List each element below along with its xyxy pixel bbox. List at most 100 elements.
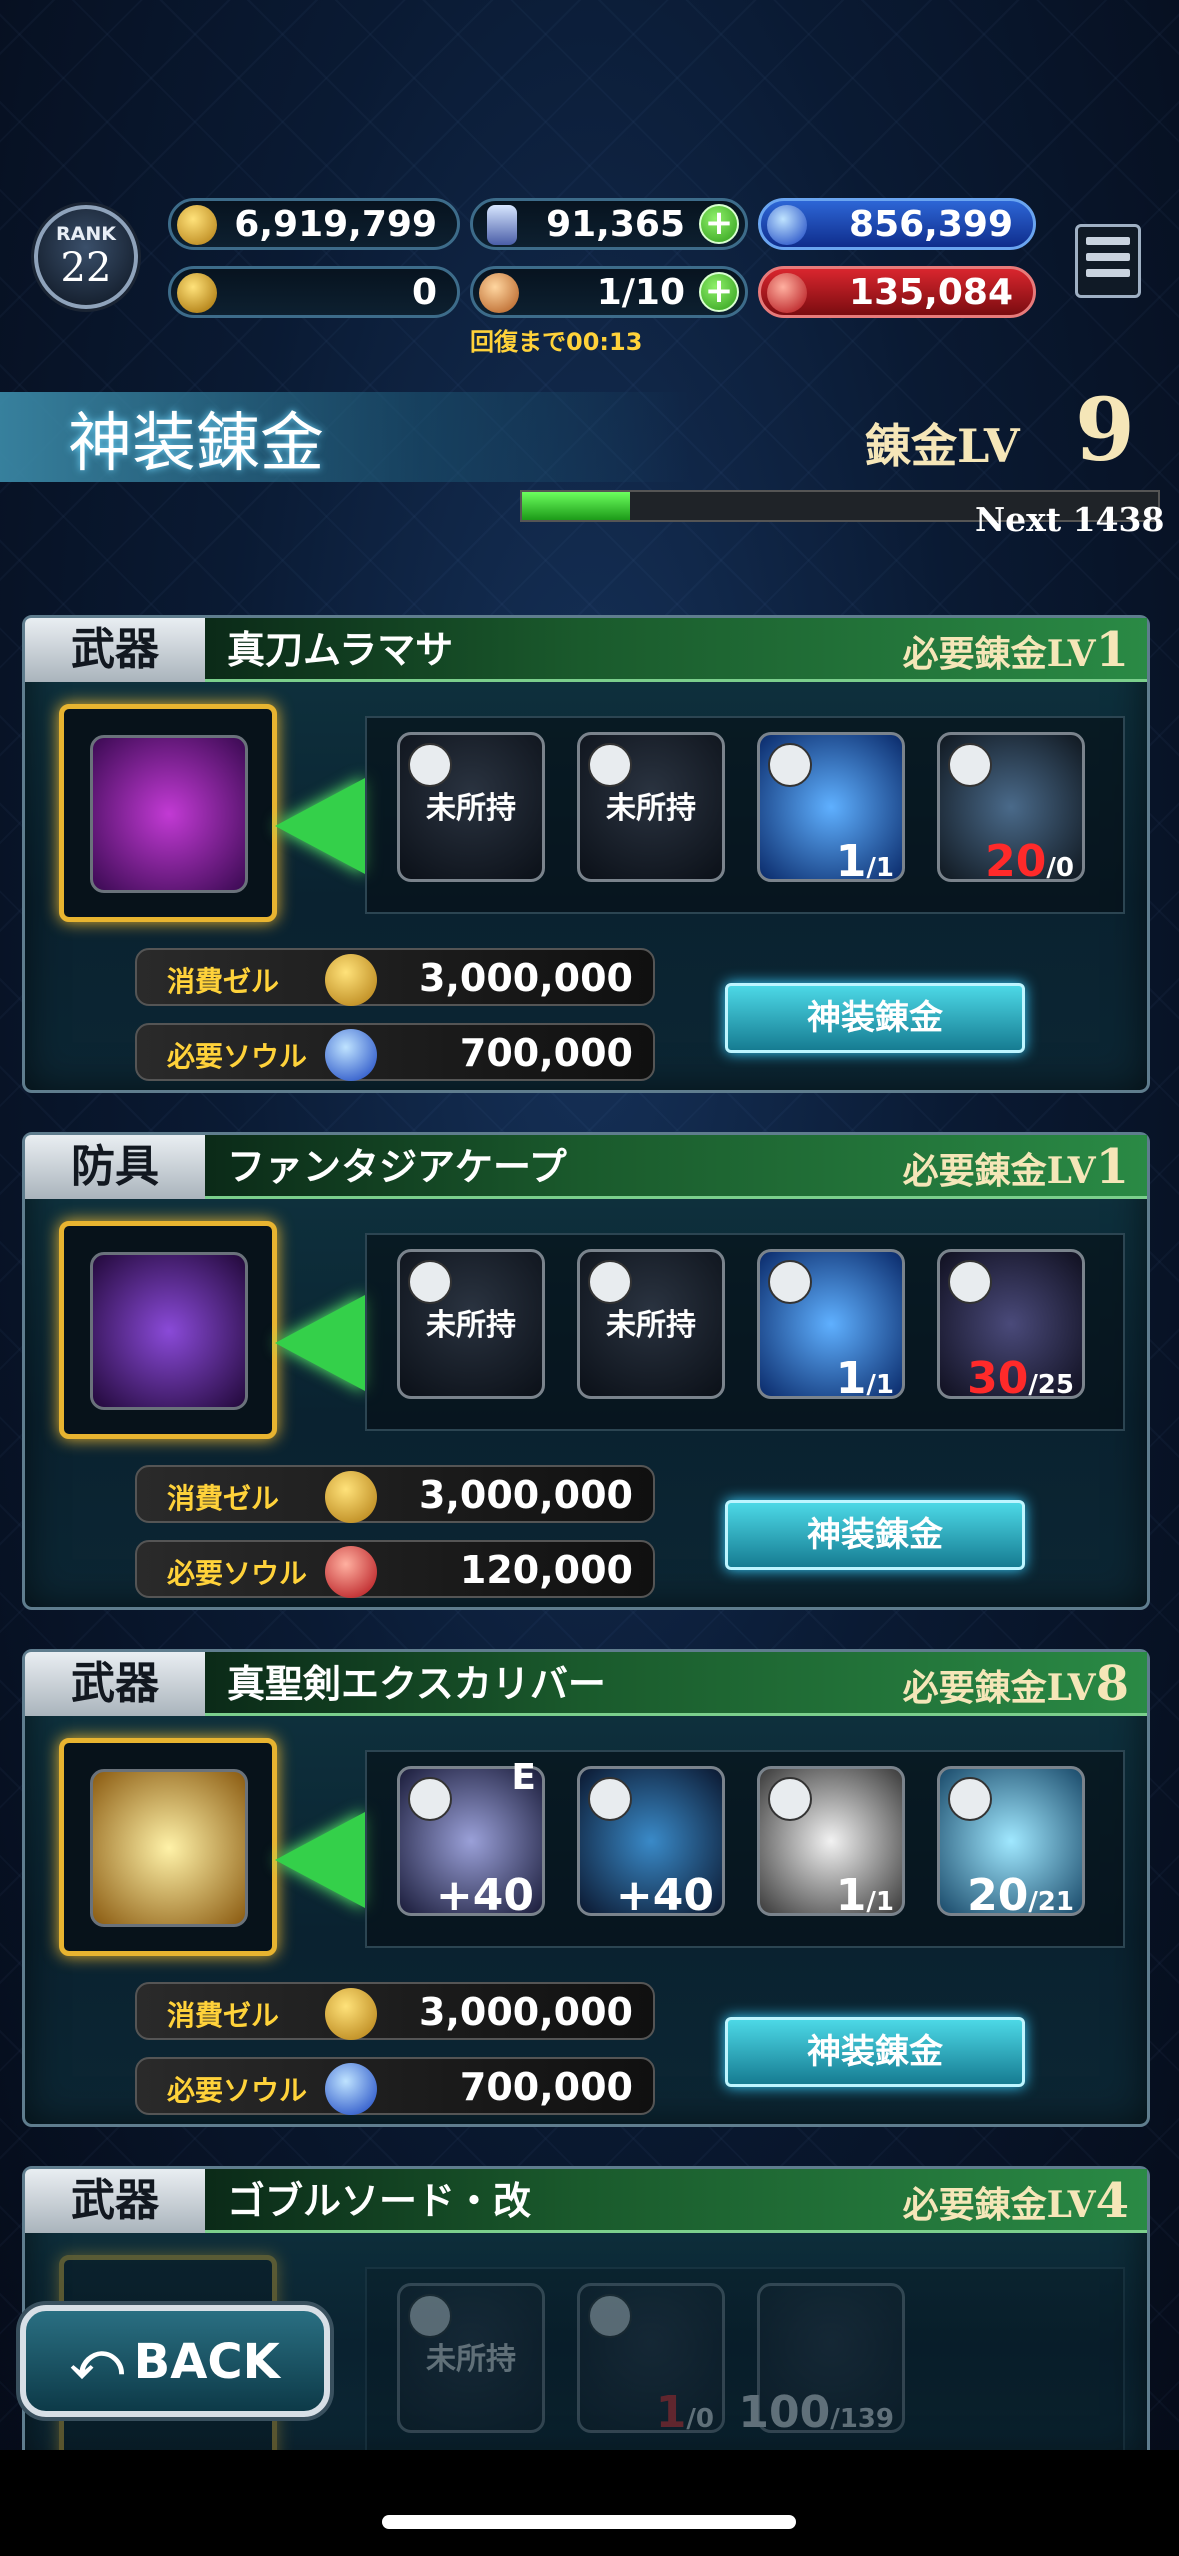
red-soul-value: 135,084 <box>849 271 1013 313</box>
soul-cost-value: 700,000 <box>459 2065 633 2109</box>
equipped-tag: E <box>511 1757 536 1798</box>
material-slot[interactable]: 1/1 <box>757 1766 905 1921</box>
zel-cost: 消費ゼル 3,000,000 <box>135 1982 655 2040</box>
category-label: 武器 <box>25 2169 205 2233</box>
required-level-value: 8 <box>1095 1656 1129 1712</box>
material-slot[interactable]: 1/1 <box>757 1249 905 1404</box>
item-name-text: ファンタジアケープ <box>227 1145 567 1189</box>
material-slot[interactable]: E +40 <box>397 1757 545 1921</box>
result-item[interactable] <box>59 1738 277 1956</box>
rank-value: 22 <box>60 245 112 291</box>
material-slot[interactable]: 100/139 <box>738 2283 905 2438</box>
sword-type-icon <box>408 1777 452 1821</box>
blue-soul-icon <box>325 2063 377 2115</box>
required-level: 必要錬金LV4 <box>903 2169 1129 2233</box>
armor-type-icon <box>408 1260 452 1304</box>
add-crystal-button[interactable]: + <box>699 204 739 244</box>
sword-type-icon <box>408 743 452 787</box>
material-label: 未所持 <box>606 791 696 826</box>
material-required: /0 <box>686 2404 714 2434</box>
material-label: 未所持 <box>426 2342 516 2377</box>
material-slot[interactable]: 未所持 <box>577 732 725 882</box>
red-soul-counter: 135,084 <box>758 266 1036 318</box>
required-level-label: 必要錬金LV <box>902 633 1096 675</box>
material-label: 未所持 <box>426 791 516 826</box>
alchemy-button[interactable]: 神装錬金 <box>725 1500 1025 1570</box>
gil-counter: 6,919,799 <box>168 198 460 250</box>
category-label: 武器 <box>25 1652 205 1716</box>
zel-cost-label: 消費ゼル <box>167 1999 280 2032</box>
material-slot[interactable]: 1/1 <box>757 732 905 887</box>
required-level-value: 1 <box>1095 622 1129 678</box>
materials-panel: E +40 +40 1/1 20/21 <box>365 1750 1125 1948</box>
material-slot[interactable]: +40 <box>577 1766 725 1921</box>
gil-coin-icon <box>177 205 217 245</box>
material-label: 未所持 <box>606 1308 696 1343</box>
next-label: Next <box>975 500 1062 539</box>
soul-cost-label: 必要ソウル <box>167 1557 308 1590</box>
recipe-card: 防具 ファンタジアケープ 必要錬金LV1 未所持 未所持 1/1 30/25 消… <box>22 1132 1150 1610</box>
material-slot[interactable]: 未所持 <box>397 2283 545 2433</box>
material-required: /1 <box>866 1370 894 1400</box>
katana-icon <box>90 735 248 893</box>
material-slot[interactable]: 20/0 <box>937 732 1085 887</box>
required-level-value: 1 <box>1095 1139 1129 1195</box>
alchemy-progress-fill <box>522 492 631 520</box>
material-count: 100/139 <box>738 2387 894 2438</box>
material-count: 1/1 <box>836 836 894 887</box>
material-required: /139 <box>830 2404 894 2434</box>
gil-coin-icon <box>325 954 377 1006</box>
material-count: 30/25 <box>967 1353 1074 1404</box>
screen: RANK 22 6,919,799 91,365 + 856,399 0 1/1… <box>0 0 1179 2556</box>
category-label: 武器 <box>25 618 205 682</box>
back-button[interactable]: ⤺ BACK <box>20 2305 330 2417</box>
material-count: 1/1 <box>836 1870 894 1921</box>
result-item[interactable] <box>59 1221 277 1439</box>
home-indicator[interactable] <box>382 2515 796 2529</box>
sp-badge-icon <box>948 1260 992 1304</box>
material-slot[interactable]: 20/21 <box>937 1766 1085 1921</box>
sword-type-icon <box>408 2294 452 2338</box>
zel-cost-value: 3,000,000 <box>419 1473 633 1517</box>
soul-cost-label: 必要ソウル <box>167 1040 308 1073</box>
zel-cost: 消費ゼル 3,000,000 <box>135 1465 655 1523</box>
material-required: /21 <box>1028 1887 1074 1917</box>
red-soul-icon <box>767 273 807 313</box>
alchemy-button[interactable]: 神装錬金 <box>725 2017 1025 2087</box>
material-count: 1/1 <box>836 1353 894 1404</box>
stamina-value: 1/10 <box>596 271 685 313</box>
material-required: /1 <box>866 1887 894 1917</box>
material-slot[interactable]: 30/25 <box>937 1249 1085 1404</box>
gil-coin-icon <box>325 1471 377 1523</box>
required-level-label: 必要錬金LV <box>902 1667 1096 1709</box>
material-required: /25 <box>1028 1370 1074 1400</box>
red-soul-icon <box>325 1546 377 1598</box>
item-name-text: 真刀ムラマサ <box>227 628 454 672</box>
menu-button[interactable] <box>1075 224 1141 298</box>
material-slot[interactable]: 1/0 <box>577 2283 725 2438</box>
material-owned: 100 <box>738 2387 831 2438</box>
sp-badge-icon <box>768 1777 812 1821</box>
material-count: 1/0 <box>656 2387 714 2438</box>
alchemy-button[interactable]: 神装錬金 <box>725 983 1025 1053</box>
stamina-icon <box>479 273 519 313</box>
sp-badge-icon <box>588 2294 632 2338</box>
crystal-icon <box>487 205 517 245</box>
zel-cost-value: 3,000,000 <box>419 956 633 1000</box>
material-slot[interactable]: 未所持 <box>397 732 545 882</box>
material-required: /0 <box>1046 853 1074 883</box>
material-slot[interactable]: 未所持 <box>577 1249 725 1399</box>
material-plus: +40 <box>435 1870 534 1921</box>
result-item[interactable] <box>59 704 277 922</box>
cape-icon <box>90 1252 248 1410</box>
add-stamina-button[interactable]: + <box>699 272 739 312</box>
material-plus: +40 <box>615 1870 714 1921</box>
item-name-text: ゴブルソード・改 <box>227 2179 532 2223</box>
soul-cost-value: 120,000 <box>459 1548 633 1592</box>
alchemy-level-value: 9 <box>1075 380 1135 481</box>
materials-panel: 未所持 1/0 100/139 <box>365 2267 1125 2467</box>
material-owned: 20 <box>985 836 1047 887</box>
recovery-timer: 回復まで00:13 <box>470 328 643 356</box>
soul-cost-label: 必要ソウル <box>167 2074 308 2107</box>
material-slot[interactable]: 未所持 <box>397 1249 545 1399</box>
